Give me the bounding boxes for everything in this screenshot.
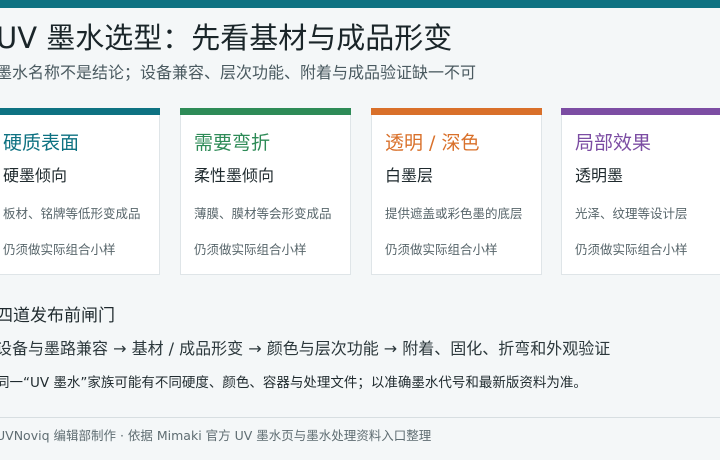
card-note: 仍须做实际组合小样 (3, 242, 116, 257)
gates-note: 同一“UV 墨水”家族可能有不同硬度、颜色、容器与处理文件；以准确墨水代号和最新… (0, 375, 587, 391)
card-title: 需要弯折 (194, 132, 271, 154)
card-accent-bar (0, 108, 160, 115)
card-note: 仍须做实际组合小样 (575, 242, 688, 257)
card-description: 光泽、纹理等设计层 (575, 206, 688, 221)
card-title: 透明 / 深色 (385, 132, 480, 154)
card-ink-type: 柔性墨倾向 (194, 166, 275, 185)
card-description: 提供遮盖或彩色墨的底层 (385, 206, 523, 221)
card-accent-bar (561, 108, 720, 115)
card-accent-bar (180, 108, 351, 115)
card-description: 板材、铭牌等低形变成品 (3, 206, 141, 221)
footer-credit: UVNoviq 编辑部制作 · 依据 Mimaki 官方 UV 墨水页与墨水处理… (0, 428, 432, 443)
card-description: 薄膜、膜材等会形变成品 (194, 206, 332, 221)
card-bending: 需要弯折 柔性墨倾向 薄膜、膜材等会形变成品 仍须做实际组合小样 (180, 108, 351, 275)
gates-heading: 四道发布前闸门 (0, 306, 115, 326)
card-ink-type: 白墨层 (385, 166, 434, 185)
page-subtitle: 墨水名称不是结论；设备兼容、层次功能、附着与成品验证缺一不可 (0, 63, 477, 82)
card-ink-type: 硬墨倾向 (3, 166, 68, 185)
gates-flow: 设备与墨路兼容 → 基材 / 成品形变 → 颜色与层次功能 → 附着、固化、折弯… (0, 339, 611, 358)
card-local-effect: 局部效果 透明墨 光泽、纹理等设计层 仍须做实际组合小样 (561, 108, 720, 275)
card-hard-surface: 硬质表面 硬墨倾向 板材、铭牌等低形变成品 仍须做实际组合小样 (0, 108, 160, 275)
card-note: 仍须做实际组合小样 (194, 242, 307, 257)
card-transparent-dark: 透明 / 深色 白墨层 提供遮盖或彩色墨的底层 仍须做实际组合小样 (371, 108, 542, 275)
card-title: 硬质表面 (3, 132, 80, 154)
card-accent-bar (371, 108, 542, 115)
card-ink-type: 透明墨 (575, 166, 624, 185)
page-title: UV 墨水选型：先看基材与成品形变 (0, 21, 453, 55)
card-title: 局部效果 (575, 132, 652, 154)
card-note: 仍须做实际组合小样 (385, 242, 498, 257)
footer-divider (0, 417, 720, 418)
top-accent-bar (0, 0, 720, 8)
